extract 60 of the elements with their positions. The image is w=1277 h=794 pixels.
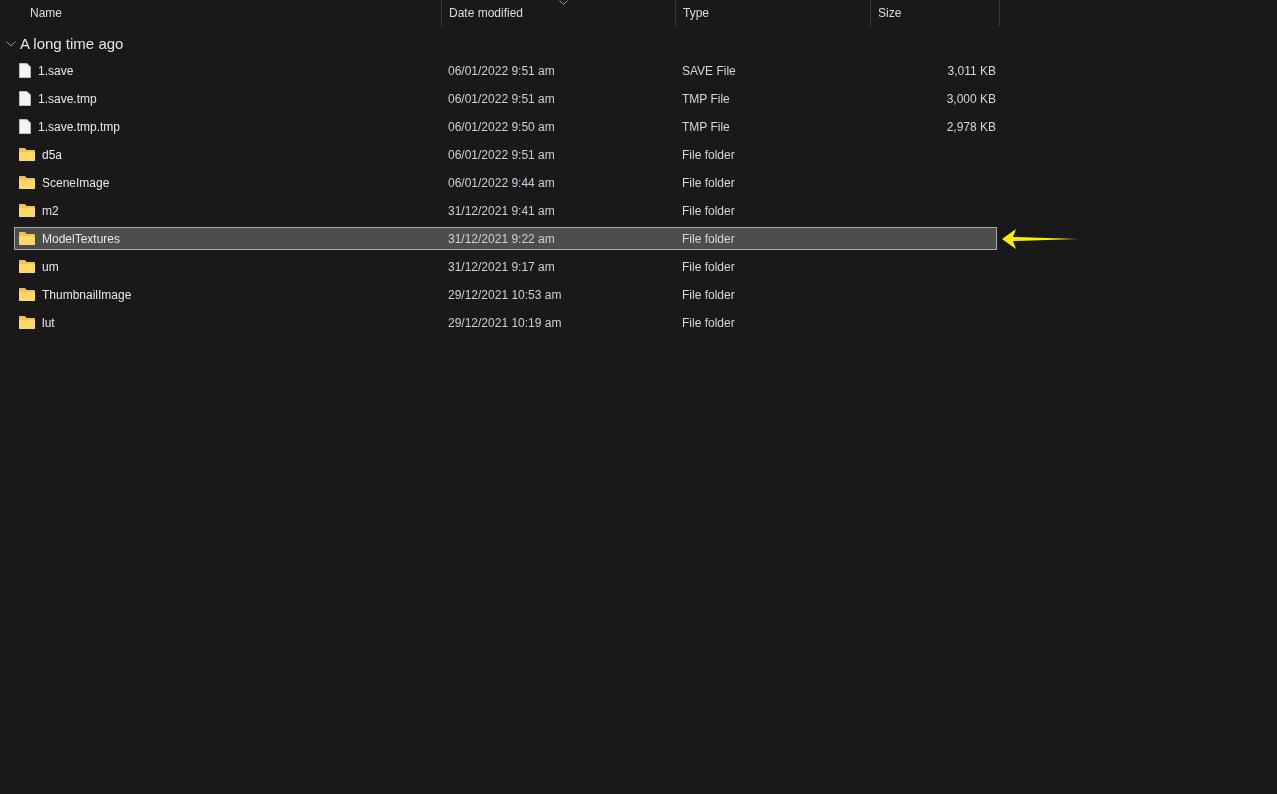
type-text: File folder [682,203,735,218]
date-text: 06/01/2022 9:50 am [448,119,555,134]
file-row[interactable]: m2 31/12/2021 9:41 am File folder [14,199,997,222]
document-icon [19,91,31,106]
file-row[interactable]: 1.save.tmp 06/01/2022 9:51 am TMP File 3,000 KB [14,87,997,110]
column-header[interactable]: Name [0,0,441,26]
folder-icon [19,316,35,329]
date-text: 31/12/2021 9:22 am [448,231,555,246]
type-text: File folder [682,147,735,162]
type-text: SAVE File [682,63,736,78]
date-text: 06/01/2022 9:51 am [448,91,555,106]
file-row[interactable]: 1.save 06/01/2022 9:51 am SAVE File 3,011 KB [14,59,997,82]
file-name: 1.save [38,62,74,80]
type-text: File folder [682,287,735,302]
sort-caret-icon [558,0,568,5]
date-text: 31/12/2021 9:17 am [448,259,555,274]
type-text: File folder [682,259,735,274]
type-text: File folder [682,315,735,330]
file-row[interactable]: 1.save.tmp.tmp 06/01/2022 9:50 am TMP File 2,978 KB [14,115,997,138]
column-header[interactable]: Date modified [441,0,675,26]
file-row[interactable]: lut 29/12/2021 10:19 am File folder [14,311,997,334]
file-name: d5a [42,146,63,164]
size-text: 3,011 KB [947,62,996,80]
file-row[interactable]: d5a 06/01/2022 9:51 am File folder [14,143,997,166]
folder-icon [19,260,35,273]
file-name: ModelTextures [42,230,121,248]
size-text: 2,978 KB [946,118,996,136]
type-text: TMP File [682,91,730,106]
file-row[interactable]: ModelTextures 31/12/2021 9:22 am File folder [14,227,997,250]
file-row[interactable]: SceneImage 06/01/2022 9:44 am File folder [14,171,997,194]
size-text: 3,000 KB [946,90,996,108]
document-icon [19,119,31,134]
file-row[interactable]: ThumbnailImage 29/12/2021 10:53 am File folder [14,283,997,306]
folder-icon [19,148,35,161]
date-text: 31/12/2021 9:41 am [448,203,555,218]
folder-icon [19,176,35,189]
file-name: um [42,258,59,276]
date-text: 06/01/2022 9:51 am [448,147,555,162]
folder-icon [19,288,35,301]
type-text: File folder [682,231,735,246]
document-icon [19,63,31,78]
column-header[interactable]: Size [870,0,1000,26]
group-header[interactable]: A long time ago [0,33,124,55]
file-name: m2 [42,202,59,220]
file-name: SceneImage [42,174,110,192]
date-text: 06/01/2022 9:44 am [448,175,555,190]
file-name: lut [42,314,55,332]
file-name: 1.save.tmp [38,90,97,108]
folder-icon [19,232,35,245]
date-text: 06/01/2022 9:51 am [448,63,555,78]
column-header[interactable]: Type [675,0,870,26]
type-text: TMP File [682,119,730,134]
chevron-icon [6,41,16,47]
file-name: ThumbnailImage [42,286,132,304]
type-text: File folder [682,175,735,190]
date-text: 29/12/2021 10:19 am [448,315,562,330]
file-row[interactable]: um 31/12/2021 9:17 am File folder [14,255,997,278]
file-name: 1.save.tmp.tmp [38,118,121,136]
folder-icon [19,204,35,217]
date-text: 29/12/2021 10:53 am [448,287,562,302]
